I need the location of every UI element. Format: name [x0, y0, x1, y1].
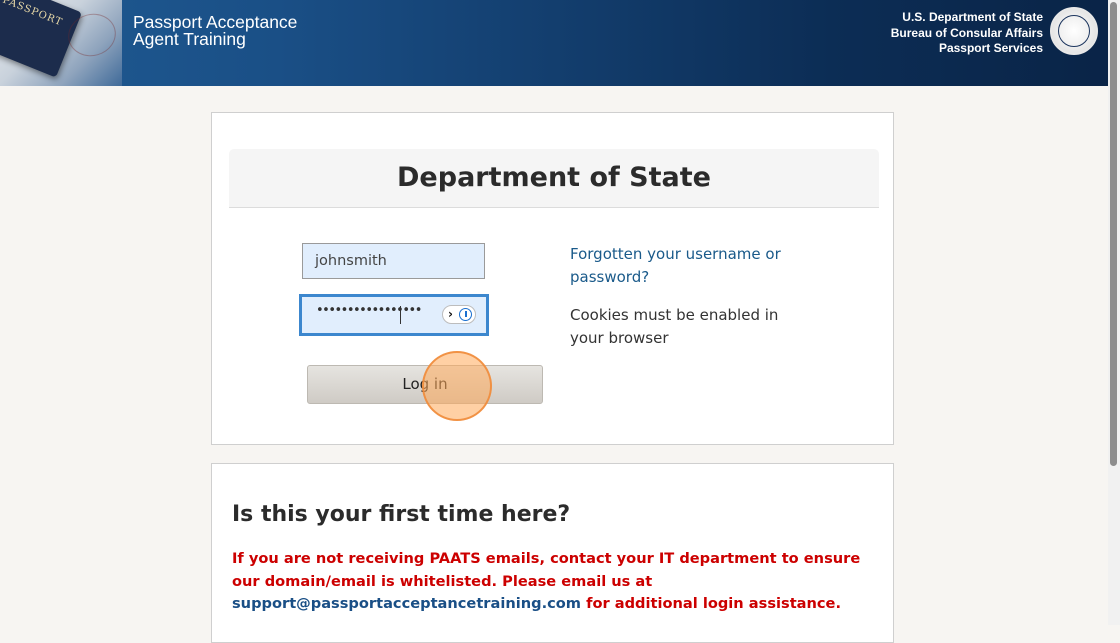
passport-image: PASSPORT: [0, 0, 122, 86]
site-title-line2: Agent Training: [133, 29, 246, 49]
text-caret: [400, 306, 401, 324]
site-title[interactable]: Passport Acceptance Agent Training: [133, 13, 297, 49]
password-manager-icon[interactable]: ›: [442, 305, 476, 324]
forgot-credentials-link[interactable]: Forgotten your username or password?: [570, 243, 810, 289]
password-mask: •••••••••••••••••: [316, 303, 422, 318]
notice-text-part2: for additional login assistance.: [586, 595, 841, 612]
agency-line3: Passport Services: [938, 41, 1043, 55]
passport-book-label: PASSPORT: [1, 0, 65, 29]
username-input[interactable]: johnsmith: [302, 243, 485, 279]
password-input[interactable]: ••••••••••••••••• ›: [299, 294, 489, 336]
support-email-link[interactable]: support@passportacceptancetraining.com: [232, 595, 581, 612]
agency-info: U.S. Department of State Bureau of Consu…: [891, 10, 1043, 57]
login-title: Department of State: [397, 162, 711, 193]
site-header: PASSPORT Passport Acceptance Agent Train…: [0, 0, 1108, 86]
cookies-note: Cookies must be enabled in your browser: [570, 306, 779, 347]
key-icon: [459, 308, 472, 321]
email-notice: If you are not receiving PAATS emails, c…: [232, 548, 882, 616]
first-time-title: Is this your first time here?: [232, 502, 571, 527]
agency-line2: Bureau of Consular Affairs: [890, 25, 1043, 40]
login-card-header: Department of State: [229, 149, 879, 208]
scrollbar-thumb[interactable]: [1110, 2, 1117, 466]
chevron-right-icon: ›: [448, 307, 453, 321]
seal-inner-ring: [1058, 15, 1090, 47]
notice-text-part1: If you are not receiving PAATS emails, c…: [232, 550, 861, 590]
login-card: Department of State johnsmith ••••••••••…: [211, 112, 894, 445]
state-seal-icon: [1050, 7, 1098, 55]
agency-line1: U.S. Department of State: [902, 10, 1043, 24]
first-time-card: Is this your first time here? If you are…: [211, 463, 894, 643]
login-button[interactable]: Log in: [307, 365, 543, 404]
